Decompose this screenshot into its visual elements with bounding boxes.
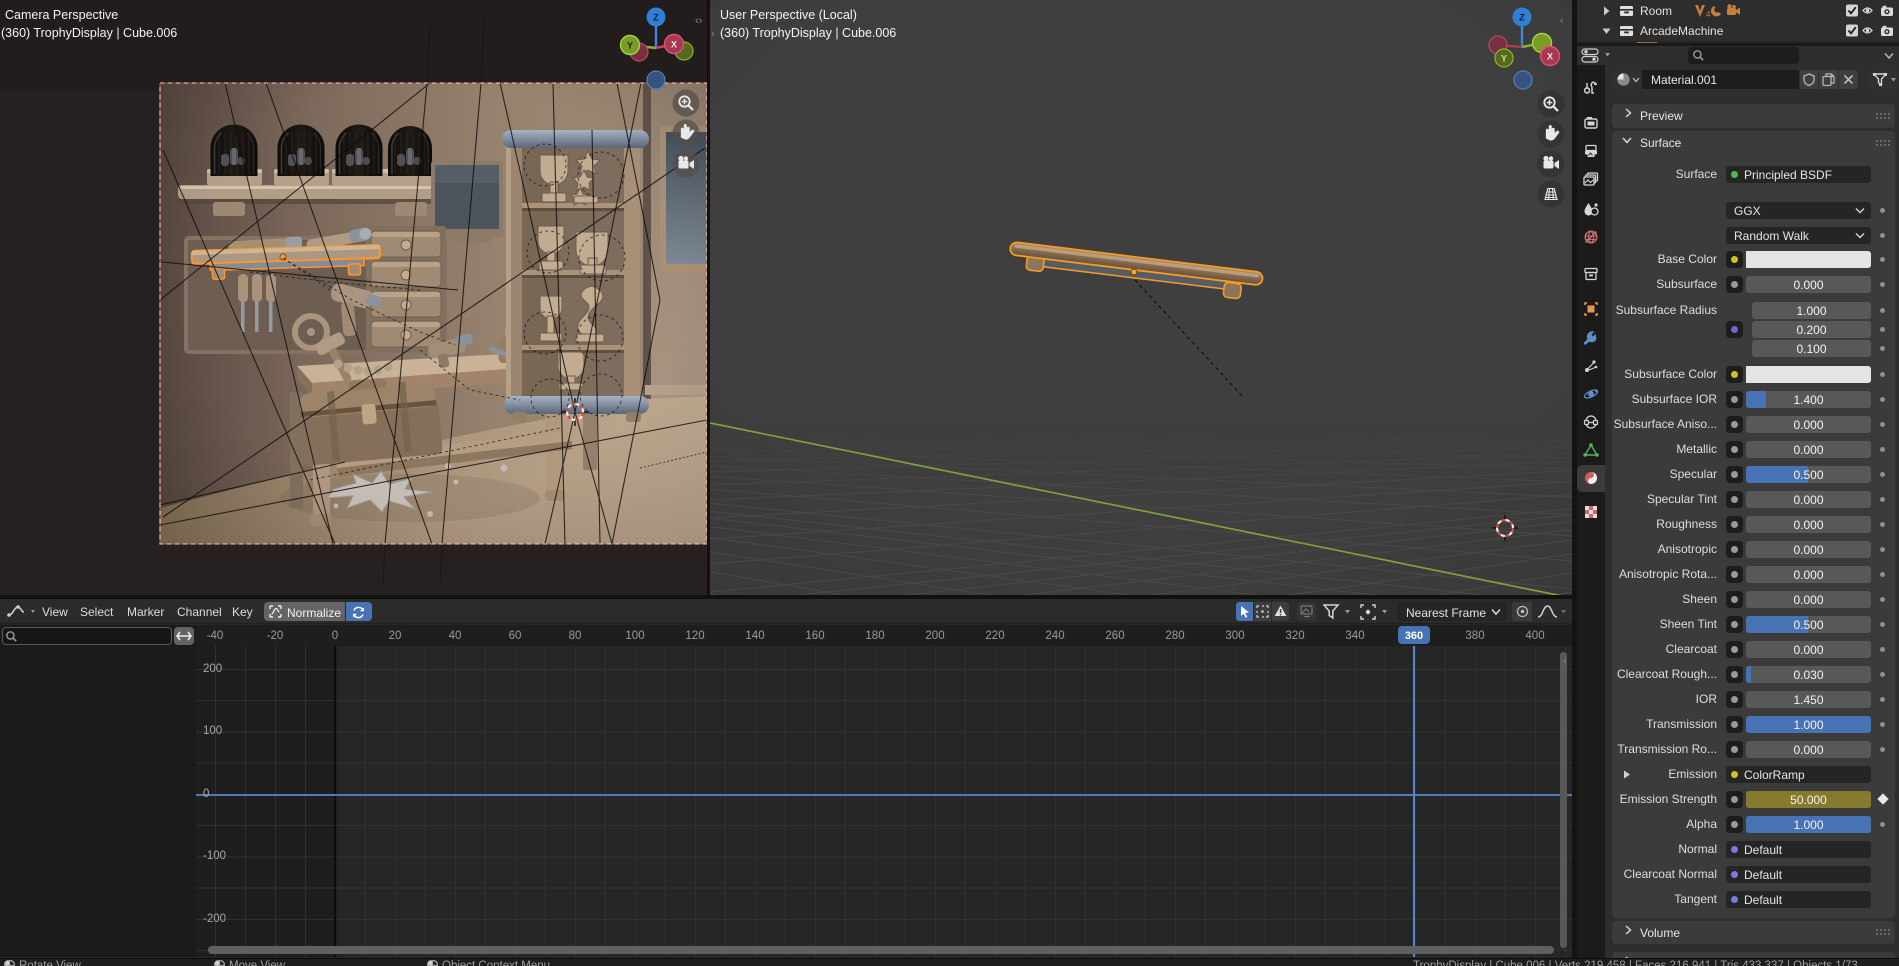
- svg-text:(360) TrophyDisplay | Cube.006: (360) TrophyDisplay | Cube.006: [1, 26, 177, 40]
- svg-text:Z: Z: [653, 13, 659, 23]
- svg-text:‹: ‹: [1560, 15, 1564, 27]
- svg-text:(360) TrophyDisplay | Cube.006: (360) TrophyDisplay | Cube.006: [720, 26, 896, 40]
- svg-text:4: 4: [1706, 10, 1711, 18]
- svg-text:Y: Y: [1501, 54, 1507, 64]
- svg-text:Y: Y: [627, 41, 633, 51]
- svg-text:‹›: ‹›: [695, 15, 703, 27]
- svg-text:Z: Z: [1519, 13, 1525, 23]
- svg-text:X: X: [1547, 52, 1553, 62]
- svg-text:User Perspective (Local): User Perspective (Local): [720, 8, 857, 22]
- svg-text:X: X: [671, 40, 677, 50]
- svg-text:Camera Perspective: Camera Perspective: [5, 8, 118, 22]
- svg-text:›: ›: [711, 28, 715, 40]
